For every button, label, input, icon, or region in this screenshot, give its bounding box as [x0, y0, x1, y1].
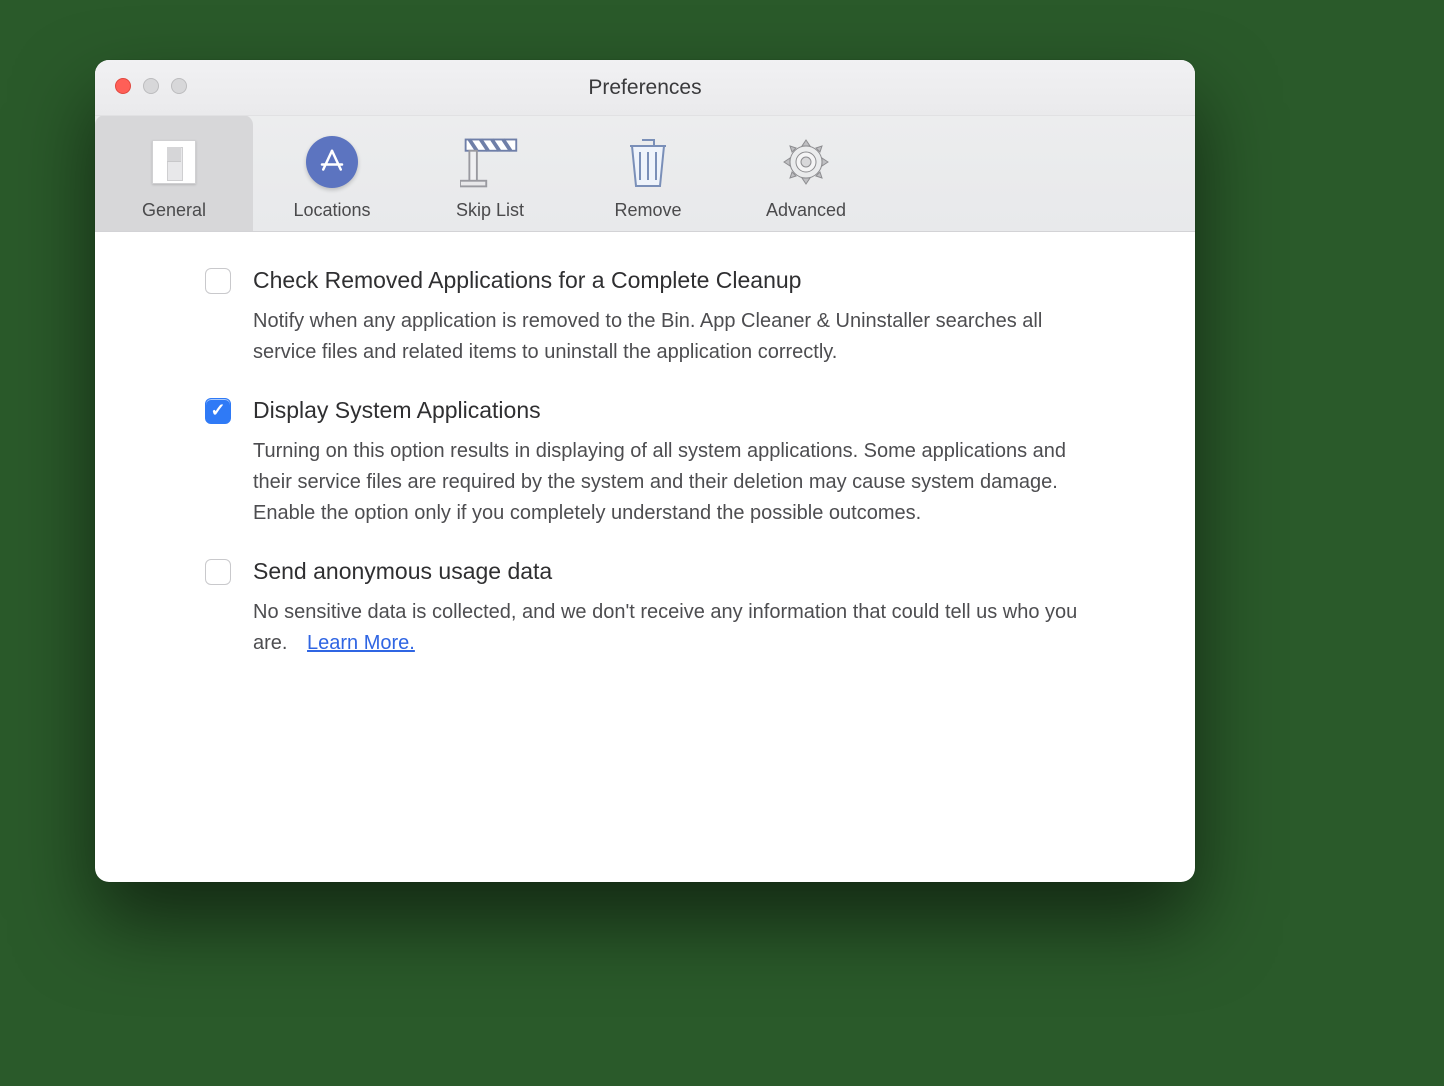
option-display-system-apps: Display System Applications Turning on t… [205, 396, 1125, 529]
option-title: Check Removed Applications for a Complet… [253, 266, 1125, 296]
tab-general[interactable]: General [95, 115, 253, 231]
minimize-button[interactable] [143, 78, 159, 94]
tab-advanced[interactable]: Advanced [727, 115, 885, 231]
checkbox-display-system-apps[interactable] [205, 398, 231, 424]
window-title: Preferences [588, 76, 701, 100]
option-description: Notify when any application is removed t… [253, 306, 1083, 368]
tab-label: Skip List [456, 200, 524, 221]
option-title: Display System Applications [253, 396, 1125, 426]
tab-label: Remove [614, 200, 681, 221]
window-controls [115, 78, 187, 94]
tab-label: General [142, 200, 206, 221]
preferences-toolbar: General Locations Skip [95, 116, 1195, 232]
option-title: Send anonymous usage data [253, 557, 1125, 587]
learn-more-link[interactable]: Learn More. [307, 632, 415, 654]
gear-icon [776, 132, 836, 192]
switch-icon [144, 132, 204, 192]
preferences-window: Preferences General Locations [95, 60, 1195, 882]
barrier-icon [460, 132, 520, 192]
option-description: No sensitive data is collected, and we d… [253, 597, 1083, 659]
titlebar: Preferences [95, 60, 1195, 116]
checkbox-complete-cleanup[interactable] [205, 268, 231, 294]
tab-label: Locations [293, 200, 370, 221]
maximize-button[interactable] [171, 78, 187, 94]
trash-icon [618, 132, 678, 192]
checkbox-anonymous-usage[interactable] [205, 559, 231, 585]
option-description: Turning on this option results in displa… [253, 436, 1083, 529]
option-anonymous-usage: Send anonymous usage data No sensitive d… [205, 557, 1125, 659]
tab-label: Advanced [766, 200, 846, 221]
appstore-icon [302, 132, 362, 192]
option-complete-cleanup: Check Removed Applications for a Complet… [205, 266, 1125, 368]
general-pane: Check Removed Applications for a Complet… [95, 232, 1195, 727]
tab-remove[interactable]: Remove [569, 115, 727, 231]
tab-skip-list[interactable]: Skip List [411, 115, 569, 231]
close-button[interactable] [115, 78, 131, 94]
tab-locations[interactable]: Locations [253, 115, 411, 231]
